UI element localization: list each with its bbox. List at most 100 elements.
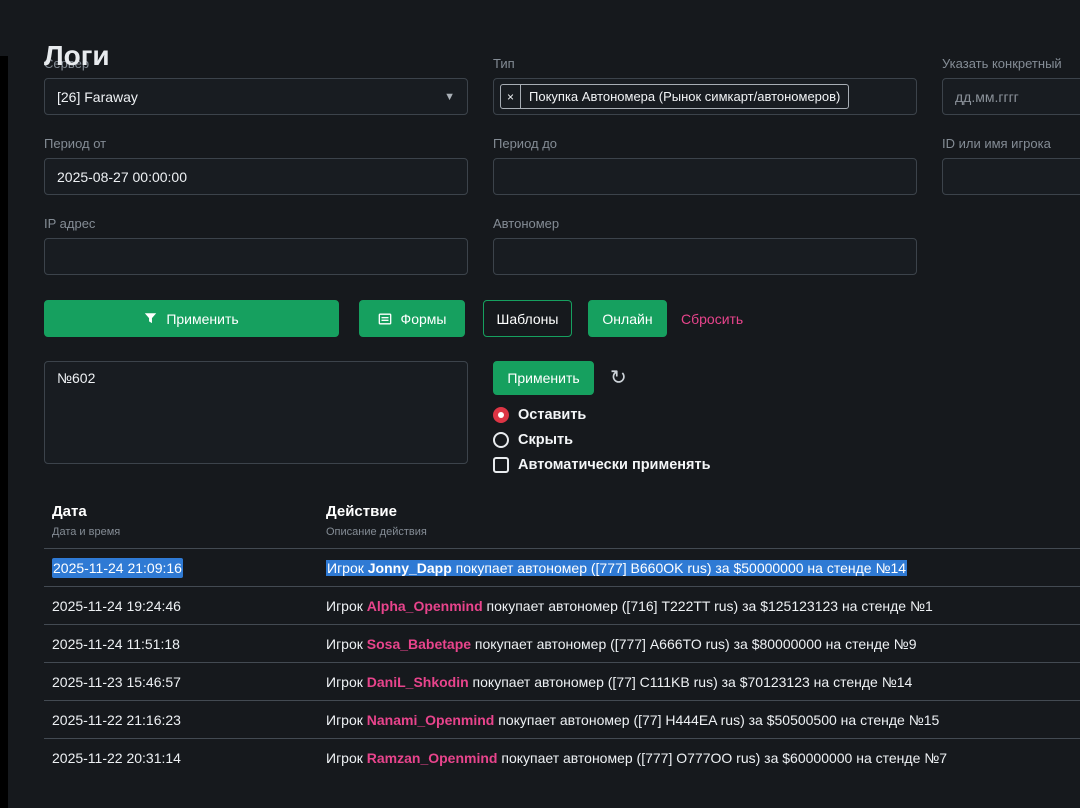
radio-checked-icon: [493, 407, 509, 423]
date-column-subtitle: Дата и время: [52, 526, 121, 538]
radio-keep-label: Оставить: [518, 407, 587, 423]
autonumber-input[interactable]: [493, 238, 917, 275]
period-to-label: Период до: [493, 136, 558, 151]
field-autonumber: Автономер: [493, 216, 917, 275]
table-row[interactable]: 2025-11-24 19:24:46 Игрок Alpha_Openmind…: [44, 586, 1080, 624]
table-row[interactable]: 2025-11-24 11:51:18 Игрок Sosa_Babetape …: [44, 624, 1080, 662]
filters-form: Сервер [26] Faraway ▼ Тип × Покупка Авто…: [44, 56, 1080, 275]
log-date: 2025-11-23 15:46:57: [52, 673, 181, 690]
radio-hide[interactable]: Скрыть: [493, 432, 711, 448]
reset-button[interactable]: Сбросить: [681, 311, 743, 327]
type-label: Тип: [493, 56, 515, 71]
date-column-title: Дата: [52, 503, 87, 520]
player-id-label: ID или имя игрока: [942, 136, 1051, 151]
log-date-cell: 2025-11-24 21:09:16: [44, 557, 318, 578]
type-tag-label: Покупка Автономера (Рынок симкарт/автоно…: [529, 89, 841, 104]
log-action: Игрок Sosa_Babetape покупает автономер (…: [326, 635, 917, 652]
log-date: 2025-11-22 21:16:23: [52, 711, 181, 728]
online-button[interactable]: Онлайн: [588, 300, 667, 337]
radio-keep[interactable]: Оставить: [493, 407, 711, 423]
table-row[interactable]: 2025-11-22 21:16:23 Игрок Nanami_Openmin…: [44, 700, 1080, 738]
log-date: 2025-11-24 21:09:16: [52, 557, 183, 578]
log-action-cell: Игрок DaniL_Shkodin покупает автономер (…: [318, 674, 1080, 690]
log-date-cell: 2025-11-23 15:46:57: [44, 674, 318, 690]
form-window-icon: [378, 312, 392, 326]
log-date: 2025-11-24 11:51:18: [52, 635, 180, 652]
online-label: Онлайн: [602, 310, 653, 327]
note-section: №602 Применить ↻ Оставить Скрыть Автомат…: [44, 361, 1080, 473]
note-options: Оставить Скрыть Автоматически применять: [493, 407, 711, 473]
apply-filters-button[interactable]: Применить: [44, 300, 339, 337]
action-column-title: Действие: [326, 503, 397, 520]
specific-date-input[interactable]: [942, 78, 1080, 115]
log-action: Игрок Jonny_Dapp покупает автономер ([77…: [326, 559, 908, 576]
radio-hide-label: Скрыть: [518, 432, 573, 448]
chevron-down-icon: ▼: [444, 90, 455, 103]
log-date-cell: 2025-11-24 11:51:18: [44, 636, 318, 652]
field-type: Тип × Покупка Автономера (Рынок симкарт/…: [493, 56, 917, 115]
checkbox-auto-apply[interactable]: Автоматически применять: [493, 457, 711, 473]
templates-button[interactable]: Шаблоны: [483, 300, 572, 337]
note-apply-label: Применить: [507, 370, 580, 386]
period-from-label: Период от: [44, 136, 107, 151]
log-date-cell: 2025-11-24 19:24:46: [44, 598, 318, 614]
table-row[interactable]: 2025-11-23 15:46:57 Игрок DaniL_Shkodin …: [44, 662, 1080, 700]
log-action-cell: Игрок Sosa_Babetape покупает автономер (…: [318, 636, 1080, 652]
filters-spacer: [942, 216, 1080, 275]
note-apply-row: Применить ↻: [493, 361, 711, 395]
server-select[interactable]: [26] Faraway ▼: [44, 78, 468, 115]
log-date-cell: 2025-11-22 21:16:23: [44, 712, 318, 728]
templates-label: Шаблоны: [496, 310, 559, 327]
checkbox-icon: [493, 457, 509, 473]
main-content: Сервер [26] Faraway ▼ Тип × Покупка Авто…: [0, 56, 1080, 776]
log-action: Игрок Nanami_Openmind покупает автономер…: [326, 711, 940, 728]
player-name[interactable]: Jonny_Dapp: [368, 560, 452, 576]
player-name[interactable]: Alpha_Openmind: [367, 598, 483, 614]
toolbar: Применить Формы Шаблоны Онлайн Сбросить: [44, 300, 1080, 337]
autonumber-label: Автономер: [493, 216, 560, 231]
specific-date-label: Указать конкретный: [942, 56, 1062, 71]
player-id-input[interactable]: [942, 158, 1080, 195]
table-row[interactable]: 2025-11-24 21:09:16 Игрок Jonny_Dapp пок…: [44, 548, 1080, 586]
player-name[interactable]: DaniL_Shkodin: [367, 674, 469, 690]
note-textarea[interactable]: №602: [44, 361, 468, 464]
log-action-cell: Игрок Nanami_Openmind покупает автономер…: [318, 712, 1080, 728]
log-action: Игрок Alpha_Openmind покупает автономер …: [326, 597, 933, 614]
log-date: 2025-11-24 19:24:46: [52, 597, 181, 614]
left-edge-strip: [0, 56, 8, 808]
note-controls: Применить ↻ Оставить Скрыть Автоматическ…: [493, 361, 711, 473]
forms-label: Формы: [400, 310, 447, 327]
field-period-to: Период до: [493, 136, 917, 195]
forms-button[interactable]: Формы: [359, 300, 465, 337]
checkbox-auto-apply-label: Автоматически применять: [518, 457, 711, 473]
log-action: Игрок DaniL_Shkodin покупает автономер (…: [326, 673, 913, 690]
apply-filters-label: Применить: [166, 310, 239, 327]
field-ip: IP адрес: [44, 216, 468, 275]
field-specific-date: Указать конкретный: [942, 56, 1080, 115]
ip-label: IP адрес: [44, 216, 96, 231]
page-title: Логи: [44, 40, 110, 71]
refresh-icon[interactable]: ↻: [610, 368, 627, 388]
type-multiselect[interactable]: × Покупка Автономера (Рынок симкарт/авто…: [493, 78, 917, 115]
ip-input[interactable]: [44, 238, 468, 275]
period-from-input[interactable]: [44, 158, 468, 195]
filter-funnel-icon: [144, 312, 157, 325]
log-table: Дата Дата и время Действие Описание дейс…: [44, 503, 1080, 776]
note-apply-button[interactable]: Применить: [493, 361, 594, 395]
type-tag: × Покупка Автономера (Рынок симкарт/авто…: [500, 84, 850, 109]
log-action-cell: Игрок Jonny_Dapp покупает автономер ([77…: [318, 559, 1080, 576]
action-column-subtitle: Описание действия: [326, 526, 427, 538]
player-name[interactable]: Sosa_Babetape: [367, 636, 471, 652]
player-name[interactable]: Nanami_Openmind: [367, 712, 495, 728]
server-select-value: [26] Faraway: [57, 88, 138, 105]
radio-unchecked-icon: [493, 432, 509, 448]
field-period-from: Период от: [44, 136, 468, 195]
log-table-body: 2025-11-24 21:09:16 Игрок Jonny_Dapp пок…: [44, 548, 1080, 776]
tag-remove-icon[interactable]: ×: [501, 85, 522, 108]
column-header-date: Дата Дата и время: [44, 503, 318, 538]
log-action-cell: Игрок Alpha_Openmind покупает автономер …: [318, 598, 1080, 614]
period-to-input[interactable]: [493, 158, 917, 195]
field-player-id: ID или имя игрока: [942, 136, 1080, 195]
table-header: Дата Дата и время Действие Описание дейс…: [44, 503, 1080, 548]
table-row[interactable]: 2025-11-22 20:31:14 Игрок Ramzan_Openmin…: [44, 738, 1080, 776]
